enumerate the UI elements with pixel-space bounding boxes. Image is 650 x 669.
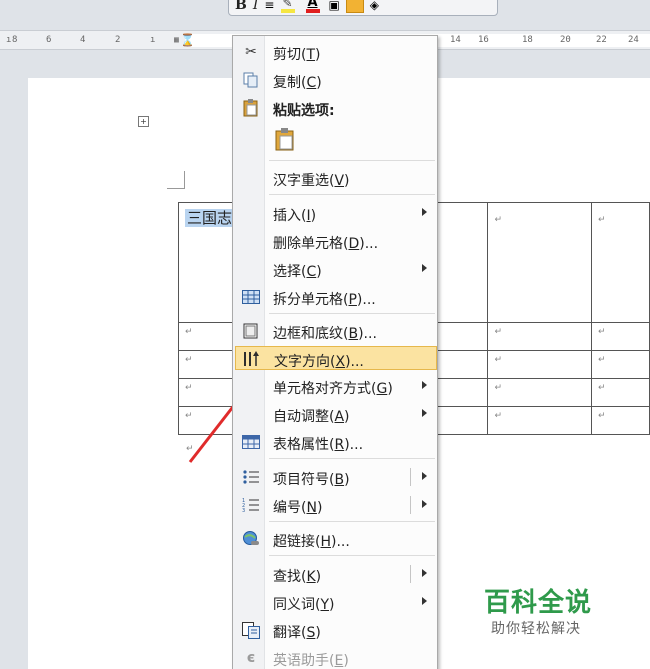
hyperlink-icon — [241, 530, 261, 548]
paste-icon — [275, 128, 294, 151]
menu-item-english-assistant: є 英语助手(E) — [235, 646, 437, 669]
watermark-subtitle: 助你轻松解决 — [491, 621, 581, 637]
menu-item-copy[interactable]: 复制(C) — [235, 68, 437, 92]
menu-item-autofit[interactable]: 自动调整(A) — [235, 402, 437, 426]
menu-item-paste-options: 粘贴选项: — [235, 96, 437, 120]
paste-icon — [241, 99, 261, 117]
scissors-icon: ✂ — [245, 44, 257, 60]
menu-item-cut[interactable]: ✂ 剪切(T) — [235, 40, 437, 64]
svg-text:3: 3 — [242, 508, 245, 513]
borders-icon — [241, 322, 261, 340]
menu-item-hanzi-reselect[interactable]: 汉字重选(V) — [235, 166, 437, 190]
submenu-arrow-icon[interactable] — [422, 500, 427, 508]
menu-item-find[interactable]: 查找(K) — [235, 562, 437, 586]
submenu-arrow-icon — [422, 381, 427, 389]
menu-item-translate[interactable]: 翻译(S) — [235, 618, 437, 642]
menu-item-bullets[interactable]: 项目符号(B) — [235, 465, 437, 489]
numbering-icon: 123 — [241, 496, 261, 514]
text-direction-icon — [242, 350, 262, 368]
submenu-arrow-icon — [422, 208, 427, 216]
english-assistant-icon: є — [246, 650, 256, 666]
menu-item-delete-cells[interactable]: 删除单元格(D)... — [235, 229, 437, 253]
menu-item-hyperlink[interactable]: 超链接(H)... — [235, 527, 437, 551]
menu-item-numbering[interactable]: 123 编号(N) — [235, 493, 437, 517]
submenu-arrow-icon — [422, 597, 427, 605]
submenu-arrow-icon — [422, 409, 427, 417]
bullets-icon — [241, 468, 261, 486]
submenu-arrow-icon — [422, 264, 427, 272]
menu-item-table-properties[interactable]: 表格属性(R)... — [235, 430, 437, 454]
menu-item-select[interactable]: 选择(C) — [235, 257, 437, 281]
menu-item-split-cells[interactable]: 拆分单元格(P)... — [235, 285, 437, 309]
paste-keep-formatting-button[interactable] — [275, 128, 297, 154]
menu-item-synonyms[interactable]: 同义词(Y) — [235, 590, 437, 614]
copy-icon — [241, 71, 261, 89]
submenu-arrow-icon[interactable] — [422, 569, 427, 577]
menu-item-borders-shading[interactable]: 边框和底纹(B)... — [235, 319, 437, 343]
context-menu: ✂ 剪切(T) 复制(C) 粘贴选项: 汉字重选(V) 插入(I) 删除单元格(… — [232, 35, 438, 669]
menu-item-text-direction[interactable]: 文字方向(X)... — [235, 346, 437, 370]
watermark-title: 百科全说 — [484, 588, 593, 618]
menu-item-cell-alignment[interactable]: 单元格对齐方式(G) — [235, 374, 437, 398]
split-cells-icon — [241, 288, 261, 306]
translate-icon — [241, 621, 261, 639]
table-properties-icon — [241, 433, 261, 451]
menu-item-insert[interactable]: 插入(I) — [235, 201, 437, 225]
submenu-arrow-icon[interactable] — [422, 472, 427, 480]
